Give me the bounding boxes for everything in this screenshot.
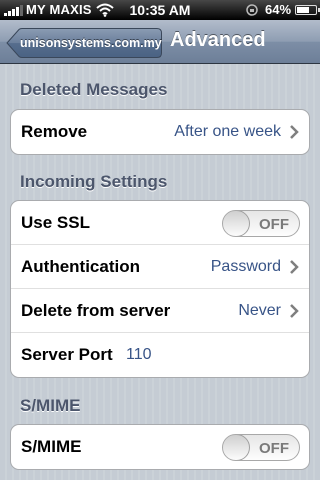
incoming-settings-group: Use SSL OFF Authentication Password Dele… [10, 200, 310, 378]
navigation-bar: unisonsystems.com.my Advanced [0, 20, 320, 64]
deleted-messages-group: Remove After one week [10, 109, 310, 155]
section-header-deleted-messages: Deleted Messages [20, 80, 168, 99]
orientation-lock-icon [246, 4, 258, 16]
back-button[interactable]: unisonsystems.com.my [6, 28, 162, 58]
remove-value: After one week [174, 123, 281, 140]
smime-label: S/MIME [21, 437, 82, 456]
toggle-state: OFF [259, 440, 289, 457]
smime-row: S/MIME OFF [11, 425, 309, 469]
toggle-knob [223, 211, 250, 236]
remove-label: Remove [21, 122, 88, 141]
server-port-row[interactable]: Server Port 110 [11, 333, 309, 377]
chevron-right-icon [290, 260, 299, 274]
chevron-right-icon [290, 304, 299, 318]
section-header-incoming-settings: Incoming Settings [20, 172, 168, 191]
smime-toggle[interactable]: OFF [222, 434, 300, 461]
chevron-right-icon [290, 125, 299, 139]
use-ssl-label: Use SSL [21, 213, 90, 232]
delete-from-server-label: Delete from server [21, 301, 171, 320]
authentication-value: Password [210, 258, 281, 275]
battery-percent: 64% [265, 2, 292, 17]
toggle-state: OFF [259, 216, 289, 233]
remove-row[interactable]: Remove After one week [11, 110, 309, 154]
section-header-smime: S/MIME [20, 396, 81, 415]
server-port-label: Server Port [21, 345, 113, 364]
page-title: Advanced [170, 29, 266, 51]
use-ssl-toggle[interactable]: OFF [222, 210, 300, 237]
status-bar: MY MAXIS 10:35 AM 64% [0, 0, 320, 20]
delete-from-server-row[interactable]: Delete from server Never [11, 289, 309, 333]
server-port-field[interactable]: 110 [126, 346, 152, 364]
authentication-row[interactable]: Authentication Password [11, 245, 309, 289]
smime-group: S/MIME OFF [10, 424, 310, 470]
use-ssl-row: Use SSL OFF [11, 201, 309, 245]
back-button-label: unisonsystems.com.my [20, 36, 162, 50]
toggle-knob [223, 435, 250, 460]
authentication-label: Authentication [21, 257, 140, 276]
delete-from-server-value: Never [238, 302, 281, 319]
battery-icon [295, 5, 320, 15]
